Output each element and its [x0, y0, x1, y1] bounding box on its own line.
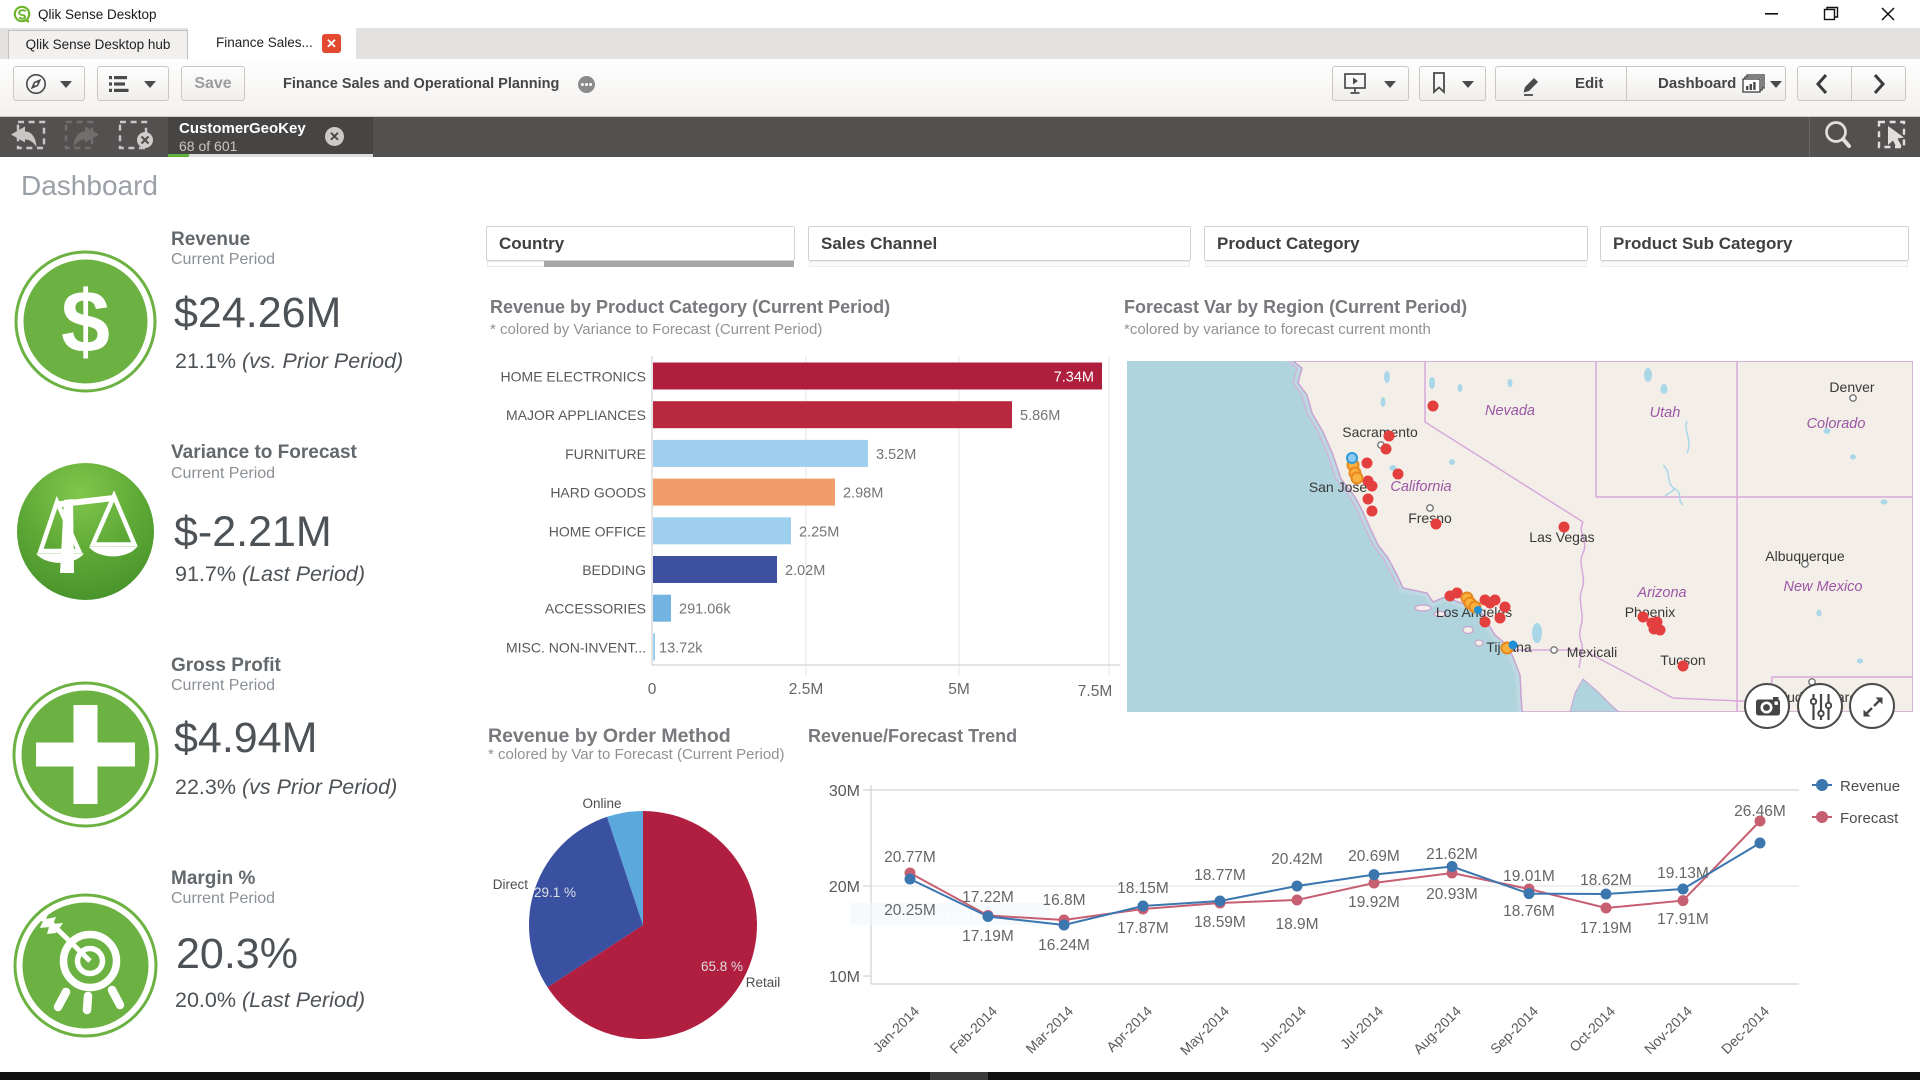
svg-text:Sep-2014: Sep-2014	[1487, 1003, 1541, 1057]
svg-text:29.1 %: 29.1 %	[534, 885, 576, 900]
svg-text:2.5M: 2.5M	[789, 681, 823, 698]
svg-text:Forecast: Forecast	[1840, 810, 1899, 827]
svg-text:19.92M: 19.92M	[1348, 894, 1400, 911]
svg-text:Jan-2014: Jan-2014	[870, 1003, 923, 1056]
svg-text:Sacramento: Sacramento	[1342, 424, 1418, 440]
svg-text:Colorado: Colorado	[1807, 416, 1866, 432]
svg-text:17.19M: 17.19M	[1580, 920, 1632, 937]
svg-text:Nov-2014: Nov-2014	[1641, 1003, 1695, 1057]
svg-text:Mar-2014: Mar-2014	[1022, 1003, 1076, 1057]
svg-text:16.24M: 16.24M	[1038, 937, 1090, 954]
svg-text:19.13M: 19.13M	[1657, 865, 1709, 882]
svg-text:Online: Online	[582, 796, 621, 811]
svg-text:California: California	[1390, 479, 1451, 495]
svg-text:Jul-2014: Jul-2014	[1337, 1003, 1386, 1052]
svg-text:20.69M: 20.69M	[1348, 848, 1400, 865]
svg-text:Albuquerque: Albuquerque	[1765, 548, 1845, 564]
svg-text:20M: 20M	[829, 879, 860, 896]
svg-text:Direct: Direct	[493, 877, 529, 892]
svg-text:16.8M: 16.8M	[1042, 892, 1085, 909]
svg-text:HOME ELECTRONICS: HOME ELECTRONICS	[501, 369, 646, 385]
svg-text:Arizona: Arizona	[1636, 585, 1686, 601]
svg-text:Dec-2014: Dec-2014	[1718, 1003, 1772, 1057]
svg-text:18.15M: 18.15M	[1117, 880, 1169, 897]
svg-text:18.59M: 18.59M	[1194, 914, 1246, 931]
svg-text:Aug-2014: Aug-2014	[1410, 1003, 1464, 1057]
svg-text:Jun-2014: Jun-2014	[1257, 1003, 1310, 1056]
svg-text:Fresno: Fresno	[1408, 510, 1452, 526]
svg-text:Phoenix: Phoenix	[1625, 604, 1676, 620]
svg-text:10M: 10M	[829, 969, 860, 986]
svg-text:Mexicali: Mexicali	[1567, 644, 1618, 660]
svg-text:$: $	[61, 272, 110, 371]
svg-text:17.22M: 17.22M	[962, 889, 1014, 906]
svg-text:Feb-2014: Feb-2014	[946, 1003, 1000, 1057]
svg-text:ACCESSORIES: ACCESSORIES	[545, 601, 646, 617]
svg-text:HOME OFFICE: HOME OFFICE	[549, 523, 646, 539]
svg-text:18.77M: 18.77M	[1194, 867, 1246, 884]
svg-text:HARD GOODS: HARD GOODS	[550, 485, 646, 501]
svg-text:Apr-2014: Apr-2014	[1103, 1003, 1155, 1055]
svg-text:Oct-2014: Oct-2014	[1566, 1003, 1618, 1055]
svg-text:Nevada: Nevada	[1485, 403, 1535, 419]
svg-text:Denver: Denver	[1829, 379, 1874, 395]
svg-text:17.19M: 17.19M	[962, 928, 1014, 945]
svg-text:MISC. NON-INVENT...: MISC. NON-INVENT...	[506, 639, 646, 655]
svg-text:2.02M: 2.02M	[785, 563, 825, 579]
svg-text:20.93M: 20.93M	[1426, 886, 1478, 903]
svg-text:19.01M: 19.01M	[1503, 868, 1555, 885]
svg-text:May-2014: May-2014	[1177, 1003, 1232, 1058]
svg-text:20.25M: 20.25M	[884, 902, 936, 919]
svg-text:21.62M: 21.62M	[1426, 846, 1478, 863]
svg-text:18.76M: 18.76M	[1503, 903, 1555, 920]
svg-text:5.86M: 5.86M	[1020, 408, 1060, 424]
svg-text:2.98M: 2.98M	[843, 486, 883, 502]
svg-text:18.9M: 18.9M	[1275, 916, 1318, 933]
svg-text:20.77M: 20.77M	[884, 849, 936, 866]
svg-text:30M: 30M	[829, 783, 860, 800]
svg-text:Utah: Utah	[1650, 405, 1681, 421]
svg-text:7.34M: 7.34M	[1054, 370, 1094, 386]
svg-text:0: 0	[648, 681, 657, 698]
svg-text:13.72k: 13.72k	[659, 640, 703, 656]
svg-text:18.62M: 18.62M	[1580, 872, 1632, 889]
svg-text:20.42M: 20.42M	[1271, 851, 1323, 868]
svg-text:Revenue: Revenue	[1840, 778, 1900, 795]
svg-text:BEDDING: BEDDING	[582, 562, 646, 578]
svg-text:Retail: Retail	[746, 975, 781, 990]
svg-text:7.5M: 7.5M	[1078, 683, 1112, 700]
svg-text:65.8 %: 65.8 %	[701, 959, 743, 974]
svg-text:26.46M: 26.46M	[1734, 803, 1786, 820]
svg-text:5M: 5M	[948, 681, 970, 698]
svg-text:2.25M: 2.25M	[799, 524, 839, 540]
svg-text:3.52M: 3.52M	[876, 447, 916, 463]
svg-text:New Mexico: New Mexico	[1784, 579, 1863, 595]
svg-text:MAJOR APPLIANCES: MAJOR APPLIANCES	[506, 407, 646, 423]
svg-text:17.87M: 17.87M	[1117, 920, 1169, 937]
svg-text:291.06k: 291.06k	[679, 602, 731, 618]
svg-text:17.91M: 17.91M	[1657, 911, 1709, 928]
svg-text:FURNITURE: FURNITURE	[565, 446, 646, 462]
